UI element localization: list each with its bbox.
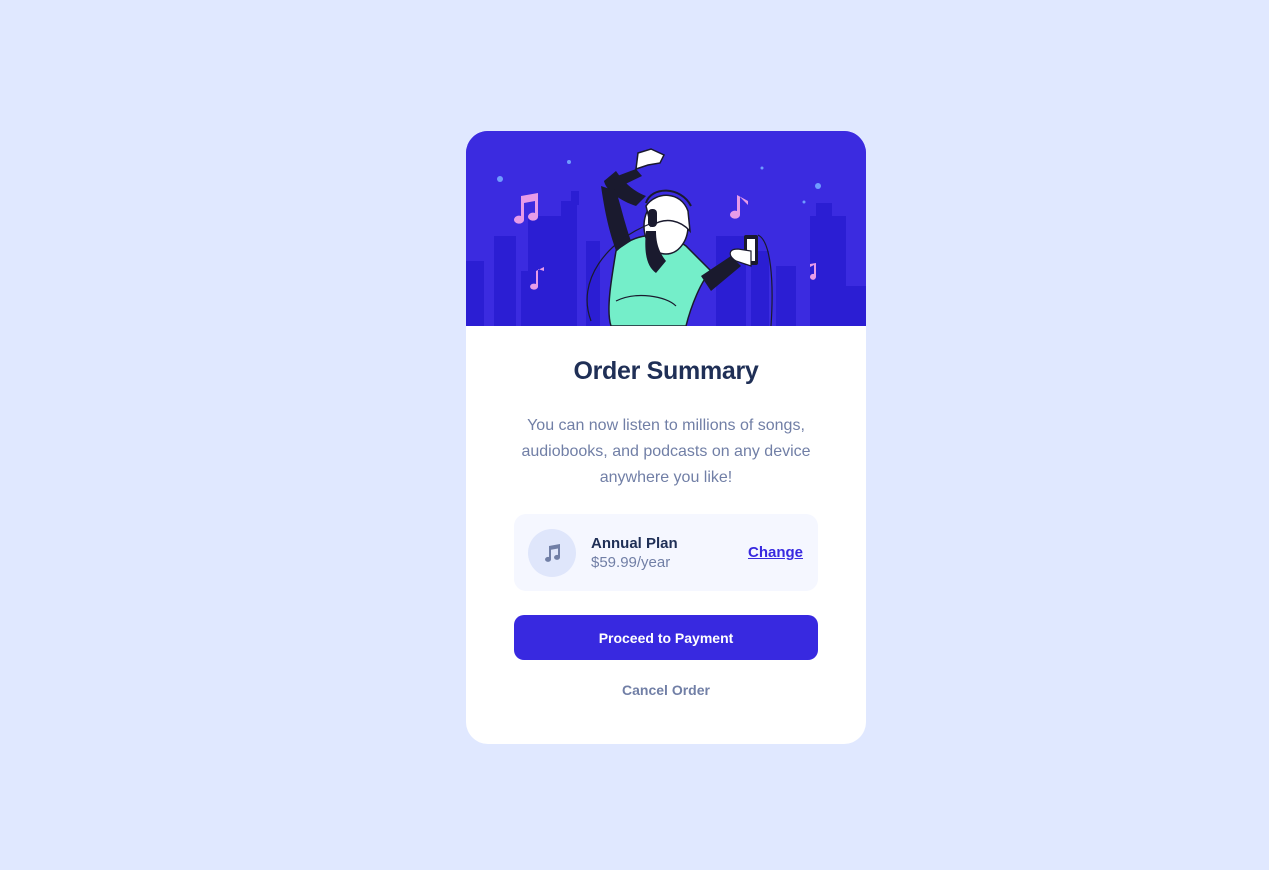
cancel-order-button[interactable]: Cancel Order	[466, 682, 866, 698]
plan-name: Annual Plan	[591, 535, 678, 552]
music-note-icon	[528, 529, 576, 577]
plan-summary: Annual Plan $59.99/year Change	[514, 514, 818, 591]
plan-price: $59.99/year	[591, 554, 671, 571]
summary-description: You can now listen to millions of songs,…	[521, 417, 811, 486]
change-plan-link[interactable]: Change	[748, 544, 803, 561]
order-summary-card: Order Summary You can now listen to mill…	[466, 131, 866, 744]
page-title: Order Summary	[573, 357, 759, 385]
hero-illustration	[466, 131, 866, 326]
proceed-to-payment-button[interactable]: Proceed to Payment	[514, 615, 818, 660]
